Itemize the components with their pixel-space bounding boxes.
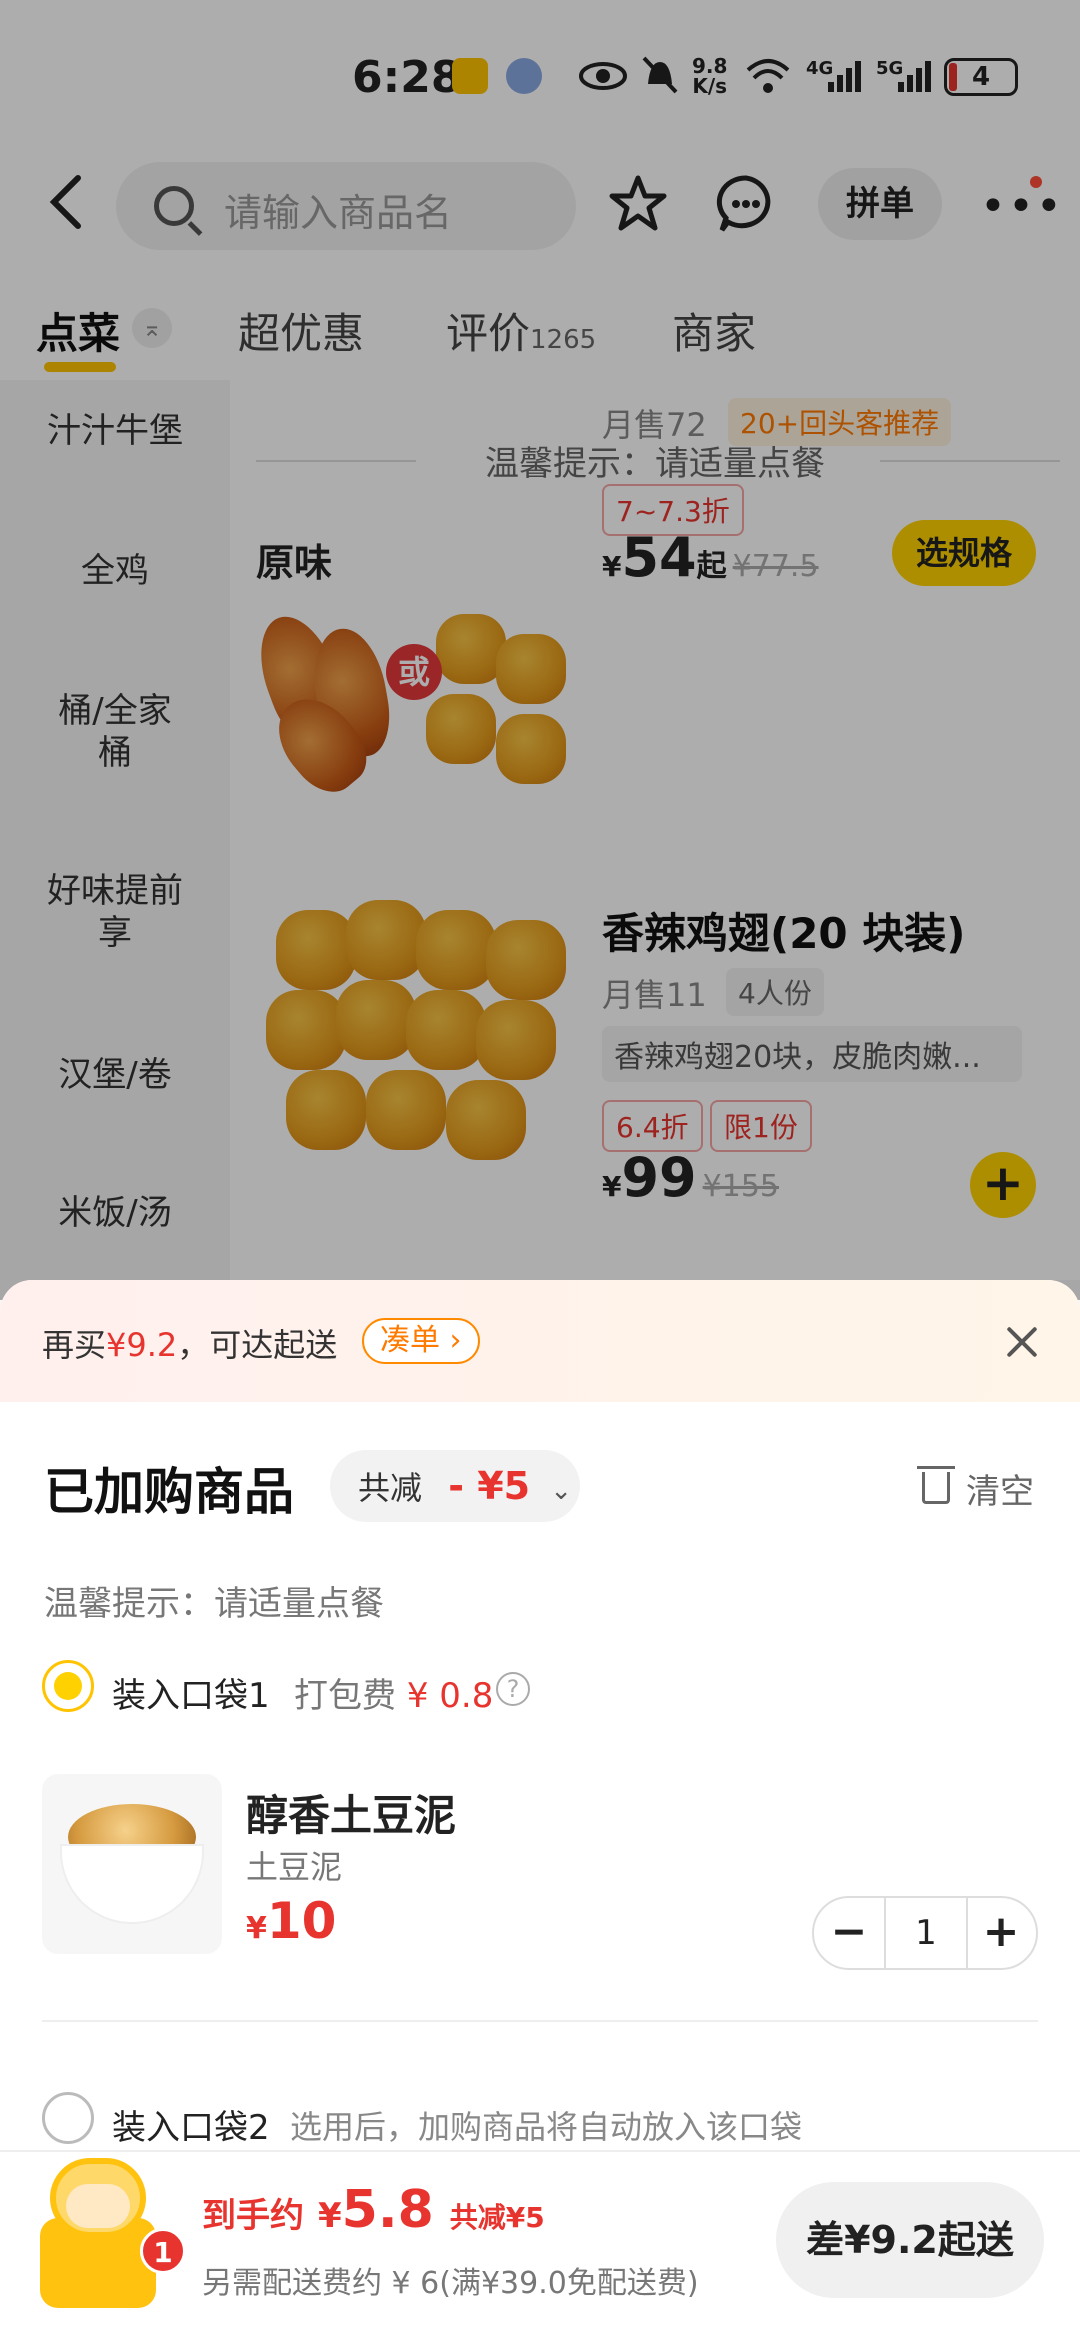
- packing-fee-value: ¥ 0.8: [406, 1676, 494, 1716]
- add-more-button[interactable]: 凑单 ›: [362, 1318, 480, 1364]
- quantity-stepper: − 1 +: [812, 1896, 1038, 1970]
- clear-cart-button[interactable]: 清空: [966, 1464, 1034, 1513]
- dim-overlay[interactable]: [0, 0, 1080, 1300]
- cart-count-badge: 1: [140, 2228, 186, 2274]
- total-reduction: 共减¥5: [449, 2201, 545, 2234]
- decrease-button[interactable]: −: [814, 1898, 884, 1968]
- bag1-label[interactable]: 装入口袋1: [112, 1668, 270, 1717]
- reduction-value: - ¥5: [448, 1464, 531, 1508]
- store-page: 6:28 9.8 K/s 4G 5G 4 请输入商品名 拼单 ••• 点菜 ⌅ 超…: [0, 0, 1080, 2340]
- cart-title: 已加购商品: [44, 1463, 294, 1521]
- bag2-radio[interactable]: [42, 2092, 94, 2144]
- banner-post: ，可达起送: [177, 1326, 338, 1364]
- mascot-face: [66, 2184, 130, 2228]
- bag2-hint: 选用后，加购商品将自动放入该口袋: [290, 2108, 803, 2146]
- close-icon[interactable]: [1002, 1322, 1042, 1362]
- banner-pre: 再买: [42, 1326, 107, 1364]
- reduction-dropdown[interactable]: 共减 - ¥5 ⌄: [330, 1450, 580, 1522]
- packing-fee: 打包费 ¥ 0.8: [294, 1668, 493, 1717]
- packing-fee-label: 打包费: [294, 1676, 396, 1716]
- cart-item-sub: 土豆泥: [246, 1848, 343, 1886]
- bag1-radio[interactable]: [42, 1660, 94, 1712]
- increase-button[interactable]: +: [966, 1898, 1036, 1968]
- cart-mascot-icon[interactable]: 1: [30, 2148, 186, 2318]
- cart-price-value: 10: [266, 1892, 337, 1950]
- cart-price-symbol: ¥: [246, 1911, 267, 1946]
- final-price: 到手约 ¥5.8 共减¥5: [202, 2180, 545, 2240]
- cart-item-price: ¥10: [246, 1892, 336, 1950]
- cart-item-image[interactable]: [42, 1774, 222, 1954]
- final-price-symbol: ¥: [318, 2196, 342, 2236]
- bowl-shape: [60, 1844, 204, 1924]
- quantity-value[interactable]: 1: [884, 1898, 968, 1968]
- banner-amount: ¥9.2: [106, 1326, 178, 1364]
- chevron-down-icon: ⌄: [550, 1476, 573, 1506]
- cart-item-name: 醇香土豆泥: [246, 1791, 457, 1840]
- divider: [42, 2020, 1038, 2022]
- reduction-label: 共减: [358, 1469, 423, 1507]
- final-price-label: 到手约: [202, 2196, 304, 2236]
- help-icon[interactable]: ?: [496, 1672, 530, 1706]
- delivery-fee-note: 另需配送费约 ¥ 6(满¥39.0免配送费): [202, 2266, 699, 2301]
- trash-icon[interactable]: [917, 1466, 955, 1504]
- warm-tip: 温馨提示：请适量点餐: [44, 1584, 384, 1624]
- min-order-banner: 再买¥9.2，可达起送 凑单 ›: [0, 1280, 1080, 1402]
- checkout-bar: 1 到手约 ¥5.8 共减¥5 另需配送费约 ¥ 6(满¥39.0免配送费) 差¥9…: [0, 2150, 1080, 2340]
- min-order-button[interactable]: 差¥9.2起送: [776, 2182, 1044, 2298]
- banner-text: 再买¥9.2，可达起送: [42, 1320, 337, 1366]
- bag2-label[interactable]: 装入口袋2: [112, 2100, 270, 2149]
- final-price-value: 5.8: [341, 2180, 434, 2240]
